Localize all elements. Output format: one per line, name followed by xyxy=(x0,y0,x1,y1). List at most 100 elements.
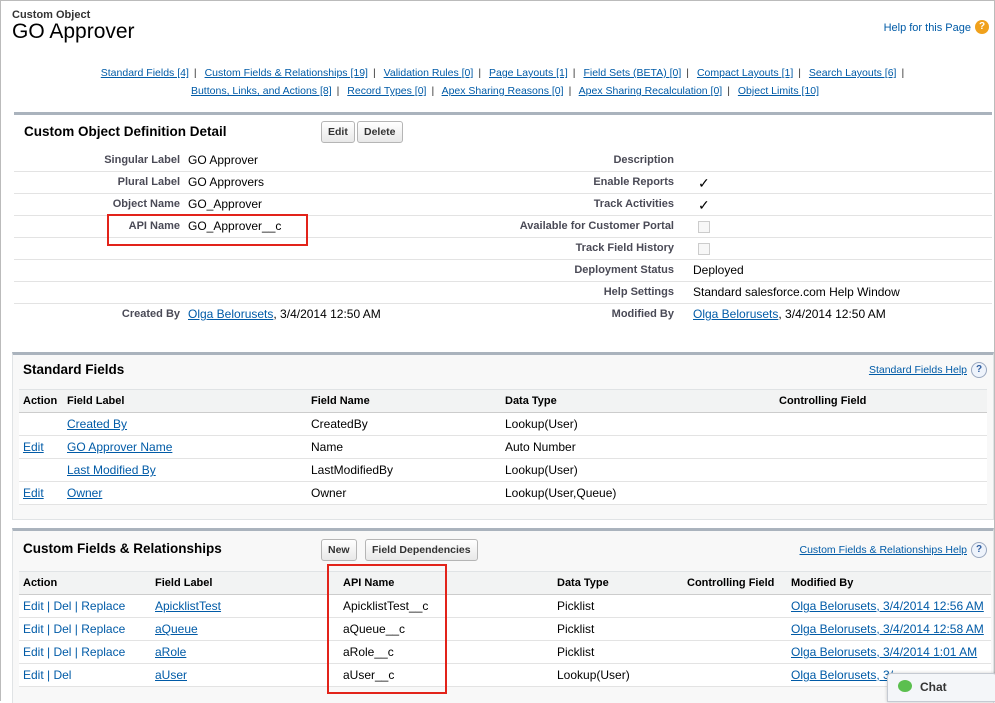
related-list-links-row2: Buttons, Links, and Actions [8] | Record … xyxy=(60,82,950,100)
data-type: Lookup(User) xyxy=(501,412,775,436)
field-label-link[interactable]: ApicklistTest xyxy=(155,599,221,613)
detail-row: Object Name GO_Approver Track Activities… xyxy=(14,193,992,216)
table-row: Edit GO Approver Name Name Auto Number xyxy=(19,435,987,459)
link-search-layouts[interactable]: Search Layouts [6] xyxy=(809,67,897,79)
edit-link[interactable]: Edit xyxy=(23,486,44,500)
separator: | xyxy=(798,67,801,79)
link-field-sets[interactable]: Field Sets (BETA) [0] xyxy=(583,67,681,79)
field-label-link[interactable]: aRole xyxy=(155,645,186,659)
field-label-link[interactable]: Created By xyxy=(67,417,127,431)
help-icon[interactable]: ? xyxy=(975,20,989,34)
field-label: Singular Label xyxy=(104,154,180,166)
link-apex-sharing-reasons[interactable]: Apex Sharing Reasons [0] xyxy=(442,85,564,97)
enable-reports-checkmark-icon: ✓ xyxy=(698,175,710,191)
field-label: Deployment Status xyxy=(574,264,674,276)
controlling-field xyxy=(683,617,787,641)
delete-button[interactable]: Delete xyxy=(357,121,403,143)
api-name-highlight xyxy=(107,214,308,246)
field-name: LastModifiedBy xyxy=(307,458,501,482)
modified-by-user-link[interactable]: Olga Belorusets xyxy=(693,307,778,321)
edit-button[interactable]: Edit xyxy=(321,121,355,143)
chat-bubble-icon xyxy=(898,680,912,692)
table-row: Edit Owner Owner Lookup(User,Queue) xyxy=(19,481,987,505)
link-standard-fields[interactable]: Standard Fields [4] xyxy=(101,67,189,79)
link-validation-rules[interactable]: Validation Rules [0] xyxy=(384,67,474,79)
separator: | xyxy=(686,67,690,79)
custom-fields-table: Action Field Label API Name Data Type Co… xyxy=(19,571,991,687)
row-action-links[interactable]: Edit | Del | Replace xyxy=(23,645,125,659)
data-type: Lookup(User) xyxy=(553,663,683,687)
related-list-links-row1: Standard Fields [4] | Custom Fields & Rel… xyxy=(60,64,950,82)
detail-row: Created By Olga Belorusets, 3/4/2014 12:… xyxy=(14,303,992,325)
data-type: Picklist xyxy=(553,594,683,618)
data-type: Lookup(User) xyxy=(501,458,775,482)
modified-by-link[interactable]: Olga Belorusets, 3/4/2014 12:56 AM xyxy=(791,599,984,613)
data-type: Auto Number xyxy=(501,435,775,459)
separator: | xyxy=(568,85,572,97)
track-history-checkbox xyxy=(698,243,710,258)
field-label: Enable Reports xyxy=(593,176,674,188)
field-dependencies-button[interactable]: Field Dependencies xyxy=(365,539,478,561)
field-label: Available for Customer Portal xyxy=(519,220,674,232)
custom-fields-help-link[interactable]: Custom Fields & Relationships Help xyxy=(800,544,968,556)
chat-widget[interactable]: Chat xyxy=(887,673,995,702)
row-action-links[interactable]: Edit | Del xyxy=(23,668,71,682)
table-row: Edit | Del | Replace aRole aRole__c Pick… xyxy=(19,640,991,664)
chat-label: Chat xyxy=(920,680,947,694)
field-label: Object Name xyxy=(112,198,180,210)
new-field-button[interactable]: New xyxy=(321,539,357,561)
field-label-link[interactable]: GO Approver Name xyxy=(67,440,172,454)
field-label-link[interactable]: aUser xyxy=(155,668,187,682)
link-buttons-links-actions[interactable]: Buttons, Links, and Actions [8] xyxy=(191,85,332,97)
column-header: Controlling Field xyxy=(775,389,987,413)
detail-row: Plural Label GO Approvers Enable Reports… xyxy=(14,171,992,194)
field-label: Modified By xyxy=(611,308,674,320)
modified-by-link[interactable]: Olga Belorusets, 3/ xyxy=(791,668,893,682)
help-question-icon[interactable]: ? xyxy=(971,542,987,558)
link-record-types[interactable]: Record Types [0] xyxy=(347,85,426,97)
row-action-links[interactable]: Edit | Del | Replace xyxy=(23,599,125,613)
field-value: GO Approver xyxy=(188,153,259,167)
modified-by-link[interactable]: Olga Belorusets, 3/4/2014 1:01 AM xyxy=(791,645,977,659)
table-header-row: Action Field Label API Name Data Type Co… xyxy=(19,571,991,595)
table-row: Created By CreatedBy Lookup(User) xyxy=(19,412,987,436)
link-object-limits[interactable]: Object Limits [10] xyxy=(738,85,819,97)
column-header: Action xyxy=(19,571,151,595)
detail-row: Singular Label GO Approver Description xyxy=(14,149,992,172)
separator: | xyxy=(572,67,576,79)
modified-by-value: Olga Belorusets, 3/4/2014 12:50 AM xyxy=(693,307,886,321)
help-for-page-link[interactable]: Help for this Page xyxy=(884,22,971,34)
related-list-links: Standard Fields [4] | Custom Fields & Rel… xyxy=(60,64,950,100)
created-by-value: Olga Belorusets, 3/4/2014 12:50 AM xyxy=(188,307,381,321)
field-label-link[interactable]: Owner xyxy=(67,486,102,500)
standard-fields-table: Action Field Label Field Name Data Type … xyxy=(19,389,987,505)
page-title: GO Approver xyxy=(12,20,135,43)
table-header-row: Action Field Label Field Name Data Type … xyxy=(19,389,987,413)
standard-fields-help-link[interactable]: Standard Fields Help xyxy=(869,364,967,376)
edit-link[interactable]: Edit xyxy=(23,440,44,454)
separator: | xyxy=(478,67,482,79)
link-compact-layouts[interactable]: Compact Layouts [1] xyxy=(697,67,793,79)
data-type: Picklist xyxy=(553,617,683,641)
link-apex-sharing-recalc[interactable]: Apex Sharing Recalculation [0] xyxy=(579,85,723,97)
modified-by-link[interactable]: Olga Belorusets, 3/4/2014 12:58 AM xyxy=(791,622,984,636)
row-action-links[interactable]: Edit | Del | Replace xyxy=(23,622,125,636)
field-label-link[interactable]: aQueue xyxy=(155,622,198,636)
field-value: GO Approvers xyxy=(188,175,265,189)
column-header: Modified By xyxy=(787,571,991,595)
field-label-link[interactable]: Last Modified By xyxy=(67,463,156,477)
created-by-date: , 3/4/2014 12:50 AM xyxy=(273,307,381,321)
field-label: Description xyxy=(613,154,674,166)
link-page-layouts[interactable]: Page Layouts [1] xyxy=(489,67,568,79)
field-name: Name xyxy=(307,435,501,459)
created-by-user-link[interactable]: Olga Belorusets xyxy=(188,307,273,321)
column-header: Data Type xyxy=(501,389,775,413)
field-label: Track Field History xyxy=(575,242,674,254)
table-row: Edit | Del | Replace aQueue aQueue__c Pi… xyxy=(19,617,991,641)
controlling-field xyxy=(775,481,987,505)
detail-row: Help Settings Standard salesforce.com He… xyxy=(14,281,992,304)
api-name-column-highlight xyxy=(327,564,447,694)
help-question-icon[interactable]: ? xyxy=(971,362,987,378)
link-custom-fields[interactable]: Custom Fields & Relationships [19] xyxy=(205,67,368,79)
field-label: Plural Label xyxy=(117,176,180,188)
